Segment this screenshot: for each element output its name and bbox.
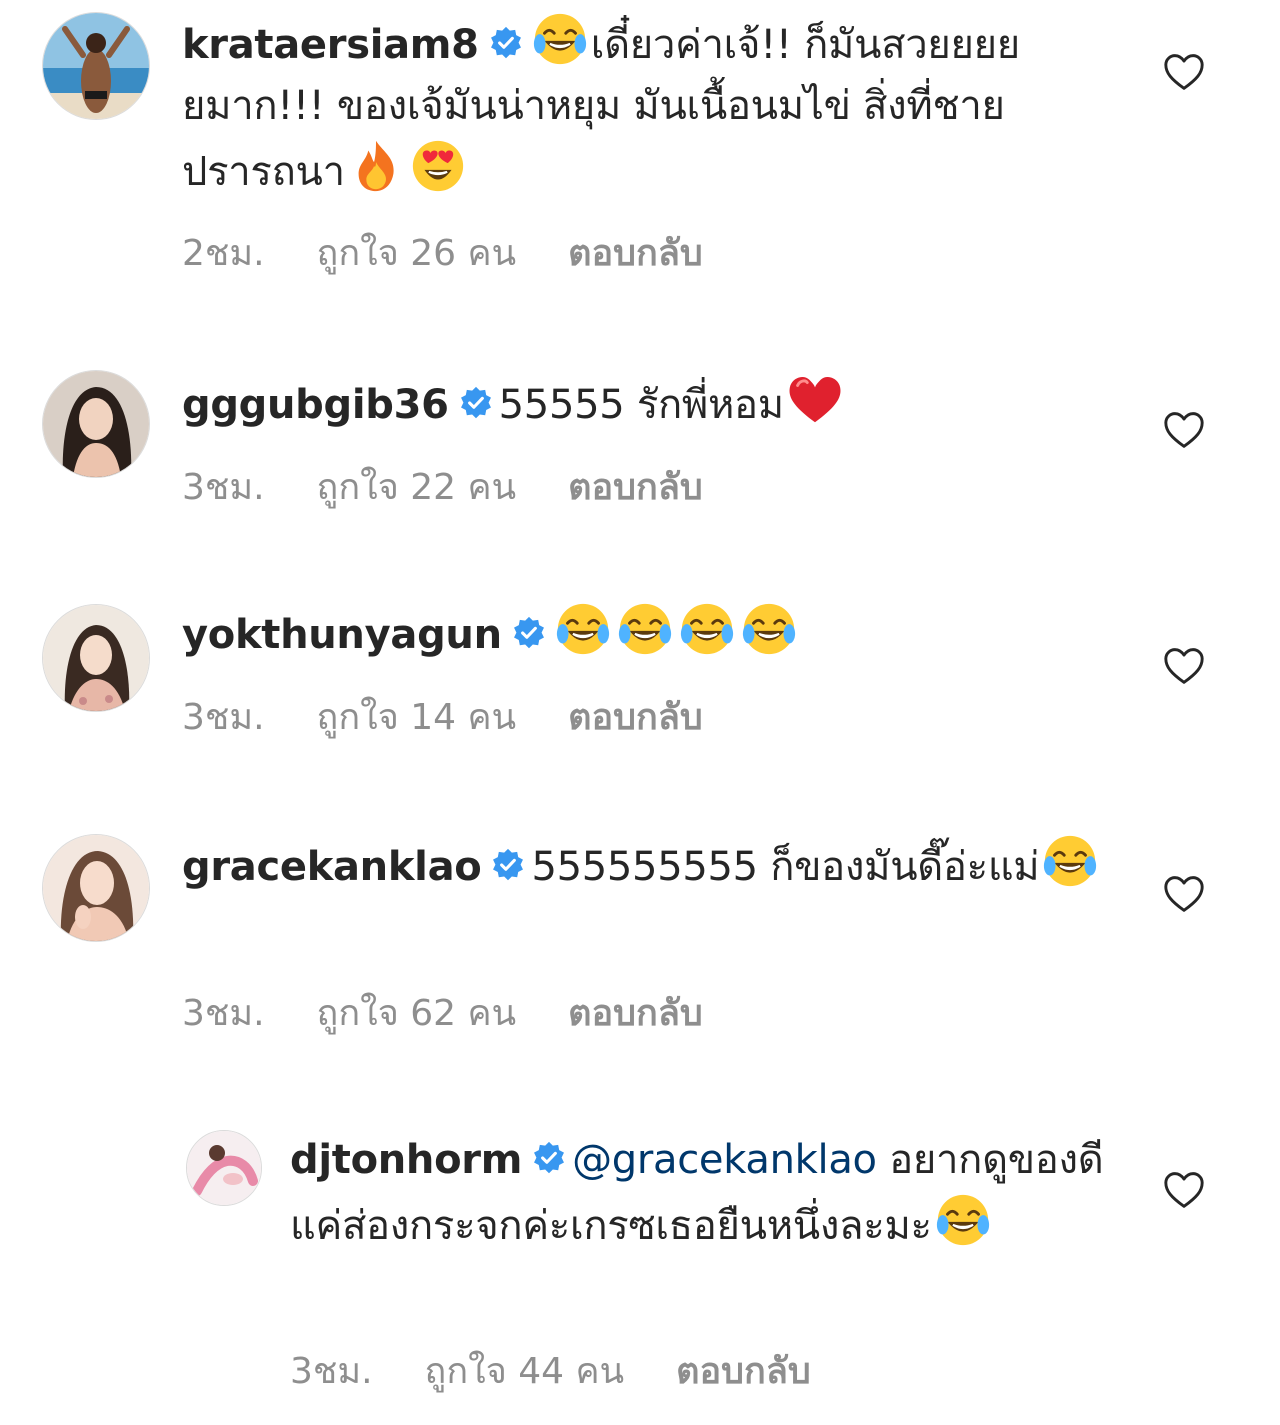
avatar-image	[43, 371, 149, 477]
avatar[interactable]	[42, 12, 150, 120]
tears-of-joy-emoji	[616, 600, 674, 658]
reply-button[interactable]: ตอบกลับ	[568, 224, 703, 281]
avatar[interactable]	[186, 1130, 262, 1206]
tears-of-joy-emoji	[531, 10, 589, 68]
avatar-image	[43, 13, 149, 119]
tears-of-joy-emoji	[678, 600, 736, 658]
heart-outline-icon[interactable]	[1162, 1170, 1206, 1210]
comment-likes[interactable]: ถูกใจ 44 คน	[425, 1342, 625, 1399]
comment-username[interactable]: yokthunyagun	[182, 612, 502, 658]
tears-of-joy-emoji	[740, 600, 798, 658]
comment-username[interactable]: djtonhorm	[290, 1137, 522, 1183]
comment-likes[interactable]: ถูกใจ 14 คน	[317, 688, 517, 745]
verified-badge-icon	[532, 1141, 566, 1175]
verified-badge-icon	[512, 616, 546, 650]
heart-outline-icon[interactable]	[1162, 646, 1206, 686]
reply-button[interactable]: ตอบกลับ	[676, 1342, 811, 1399]
comment-text: 555555555 ก็ของมันดี๊อ่ะแม่	[531, 844, 1040, 890]
tears-of-joy-emoji	[1041, 832, 1099, 890]
avatar[interactable]	[42, 834, 150, 942]
verified-badge-icon	[489, 26, 523, 60]
comment-body: yokthunyagun	[182, 600, 1112, 666]
comment-body: gggubgib36 55555 รักพี่หอม	[182, 370, 1112, 436]
comment-likes[interactable]: ถูกใจ 26 คน	[317, 224, 517, 281]
comment-body: djtonhorm @gracekanklao อยากดูของดีแค่ส่อ…	[290, 1130, 1110, 1257]
comment-meta: 2ชม. ถูกใจ 26 คน ตอบกลับ	[182, 224, 755, 281]
tears-of-joy-emoji	[554, 600, 612, 658]
comment-likes[interactable]: ถูกใจ 22 คน	[317, 458, 517, 515]
heart-eyes-emoji	[409, 137, 467, 195]
comment-meta: 3ชม. ถูกใจ 14 คน ตอบกลับ	[182, 688, 755, 745]
heart-outline-icon[interactable]	[1162, 874, 1206, 914]
avatar[interactable]	[42, 604, 150, 712]
comment-text: 55555 รักพี่หอม	[498, 382, 785, 428]
reply-button[interactable]: ตอบกลับ	[568, 688, 703, 745]
comment-time: 3ชม.	[290, 1351, 373, 1392]
comment-meta: 3ชม. ถูกใจ 22 คน ตอบกลับ	[182, 458, 755, 515]
reply-button[interactable]: ตอบกลับ	[568, 984, 703, 1041]
red-heart-emoji	[786, 370, 844, 428]
heart-outline-icon[interactable]	[1162, 410, 1206, 450]
avatar[interactable]	[42, 370, 150, 478]
heart-outline-icon[interactable]	[1162, 52, 1206, 92]
mention-link[interactable]: @gracekanklao	[572, 1137, 877, 1183]
comment-time: 3ชม.	[182, 697, 265, 738]
comment-time: 2ชม.	[182, 233, 265, 274]
comment-username[interactable]: gracekanklao	[182, 844, 482, 890]
fire-emoji	[347, 137, 405, 195]
comment-time: 3ชม.	[182, 467, 265, 508]
comment-time: 3ชม.	[182, 993, 265, 1034]
comment-meta: 3ชม. ถูกใจ 62 คน ตอบกลับ	[182, 984, 755, 1041]
verified-badge-icon	[459, 386, 493, 420]
comment-username[interactable]: gggubgib36	[182, 382, 449, 428]
avatar-image	[187, 1131, 261, 1205]
comment-body: gracekanklao 555555555 ก็ของมันดี๊อ่ะแม่	[182, 832, 1112, 898]
avatar-image	[43, 835, 149, 941]
comment-meta: 3ชม. ถูกใจ 44 คน ตอบกลับ	[290, 1342, 863, 1399]
comment-body: krataersiam8 เดี๋ยวค่าเจ้!! ก็มันสวยยยยยม…	[182, 10, 1112, 203]
reply-button[interactable]: ตอบกลับ	[568, 458, 703, 515]
tears-of-joy-emoji	[934, 1191, 992, 1249]
avatar-image	[43, 605, 149, 711]
verified-badge-icon	[491, 848, 525, 882]
comment-likes[interactable]: ถูกใจ 62 คน	[317, 984, 517, 1041]
comment-username[interactable]: krataersiam8	[182, 22, 479, 68]
